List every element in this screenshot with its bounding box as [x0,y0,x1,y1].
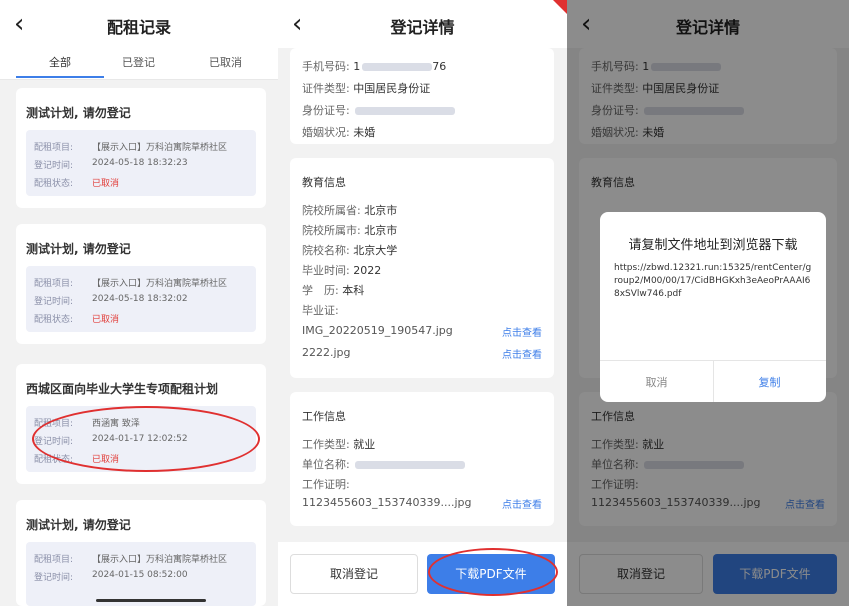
city-row: 院校所属市: 北京市 [302,224,398,237]
active-tab-indicator [16,76,104,78]
record-title: 测试计划, 请勿登记 [26,242,131,256]
detail-dialog-panel: ‹ 登记详情 手机号码: 1 证件类型: 中国居民身份证 身份证号: 婚姻状况:… [567,0,849,606]
file-url-text: https://zbwd.12321.run:15325/rentCenter/… [614,263,812,299]
dialog-copy-button[interactable]: 复制 [713,374,826,390]
detail-panel: ‹ 登记详情 手机号码: 1 76 证件类型: 中国居民身份证 身份证号: 婚姻状… [278,0,567,606]
tab-all[interactable]: 全部 [49,54,71,70]
cert-row: 毕业证: [302,304,339,317]
records-header: ‹ 配租记录 [0,0,278,48]
redacted-value [355,461,466,469]
view-link[interactable]: 点击查看 [502,324,542,339]
tab-bar: 全部 已登记 已取消 [0,48,278,80]
view-link[interactable]: 点击查看 [502,496,542,511]
record-title: 西城区面向毕业大学生专项配租计划 [26,382,219,396]
record-time: 登记时间: 2024-01-15 08:52:00 [34,570,188,583]
record-project: 配租项目: 【展示入口】万科泊寓院草桥社区 [34,555,228,565]
tab-registered[interactable]: 已登记 [122,54,155,70]
download-url-dialog: 请复制文件地址到浏览器下载 https://zbwd.12321.run:153… [600,212,826,402]
record-details: 配租项目: 西涵寓 致泽 登记时间: 2024-01-17 12:02:52 配租状… [26,406,256,472]
id-type-row: 证件类型: 中国居民身份证 [302,82,431,95]
degree-row: 学 历: 本科 [302,284,365,297]
status-badge: 已取消 [92,179,120,189]
home-indicator [96,599,206,602]
unit-row: 单位名称: [302,456,466,472]
record-details: 配租项目: 【展示入口】万科泊寓院草桥社区 登记时间: 2024-05-18 18:… [26,266,256,332]
record-details: 配租项目: 【展示入口】万科泊寓院草桥社区 登记时间: 2024-01-15 08:… [26,542,256,606]
record-title: 测试计划, 请勿登记 [26,518,131,532]
phone-row: 手机号码: 1 76 [302,60,447,73]
proof-file: 1123455603_153740339....jpg [302,496,472,509]
record-card[interactable]: 测试计划, 请勿登记 配租项目: 【展示入口】万科泊寓院草桥社区 登记时间: 202… [16,88,266,208]
dialog-cancel-button[interactable]: 取消 [600,374,713,390]
id-number-row: 身份证号: [302,102,456,118]
record-status: 配租状态: 已取消 [34,452,119,465]
section-title: 工作信息 [302,410,346,423]
record-details: 配租项目: 【展示入口】万科泊寓院草桥社区 登记时间: 2024-05-18 18:… [26,130,256,196]
record-time: 登记时间: 2024-01-17 12:02:52 [34,434,188,447]
work-type-row: 工作类型: 就业 [302,438,376,451]
work-card: 工作信息 工作类型: 就业 单位名称: 工作证明: 1123455603_153… [290,392,554,526]
record-project: 配租项目: 【展示入口】万科泊寓院草桥社区 [34,143,228,153]
status-badge: 已取消 [92,315,120,325]
record-card[interactable]: 西城区面向毕业大学生专项配租计划 配租项目: 西涵寓 致泽 登记时间: 2024-0… [16,364,266,484]
dialog-title: 请复制文件地址到浏览器下载 [628,238,798,253]
record-status: 配租状态: 已取消 [34,312,119,325]
corner-marker [553,0,567,14]
record-time: 登记时间: 2024-05-18 18:32:23 [34,158,188,171]
tab-cancelled[interactable]: 已取消 [209,54,242,70]
personal-info-card: 手机号码: 1 76 证件类型: 中国居民身份证 身份证号: 婚姻状况: 未婚 [290,48,554,144]
record-project: 配租项目: 【展示入口】万科泊寓院草桥社区 [34,279,228,289]
download-pdf-button[interactable]: 下载PDF文件 [427,554,555,594]
record-status: 配租状态: 已取消 [34,176,119,189]
proof-row: 工作证明: [302,478,350,491]
action-bar: 取消登记 下载PDF文件 [278,542,567,606]
status-badge: 已取消 [92,455,120,465]
education-card: 教育信息 院校所属省: 北京市 院校所属市: 北京市 院校名称: 北京大学 毕业… [290,158,554,378]
record-card[interactable]: 测试计划, 请勿登记 配租项目: 【展示入口】万科泊寓院草桥社区 登记时间: 202… [16,500,266,606]
grad-row: 毕业时间: 2022 [302,264,382,277]
page-title: 登记详情 [390,18,455,37]
redacted-value [362,63,433,71]
marital-row: 婚姻状况: 未婚 [302,126,376,139]
page-title: 配租记录 [106,18,171,37]
detail-header: ‹ 登记详情 [278,0,567,48]
records-panel: ‹ 配租记录 全部 已登记 已取消 测试计划, 请勿登记 配租项目: 【展示入口】… [0,0,278,606]
cert-file-2: 2222.jpg [302,346,351,359]
record-time: 登记时间: 2024-05-18 18:32:02 [34,294,188,307]
redacted-value [355,107,456,115]
school-row: 院校名称: 北京大学 [302,244,398,257]
record-project: 配租项目: 西涵寓 致泽 [34,419,140,429]
cert-file-1: IMG_20220519_190547.jpg [302,324,453,337]
view-link[interactable]: 点击查看 [502,346,542,361]
section-title: 教育信息 [302,176,346,189]
province-row: 院校所属省: 北京市 [302,204,398,217]
cancel-registration-button[interactable]: 取消登记 [290,554,418,594]
record-card[interactable]: 测试计划, 请勿登记 配租项目: 【展示入口】万科泊寓院草桥社区 登记时间: 202… [16,224,266,344]
record-title: 测试计划, 请勿登记 [26,106,131,120]
